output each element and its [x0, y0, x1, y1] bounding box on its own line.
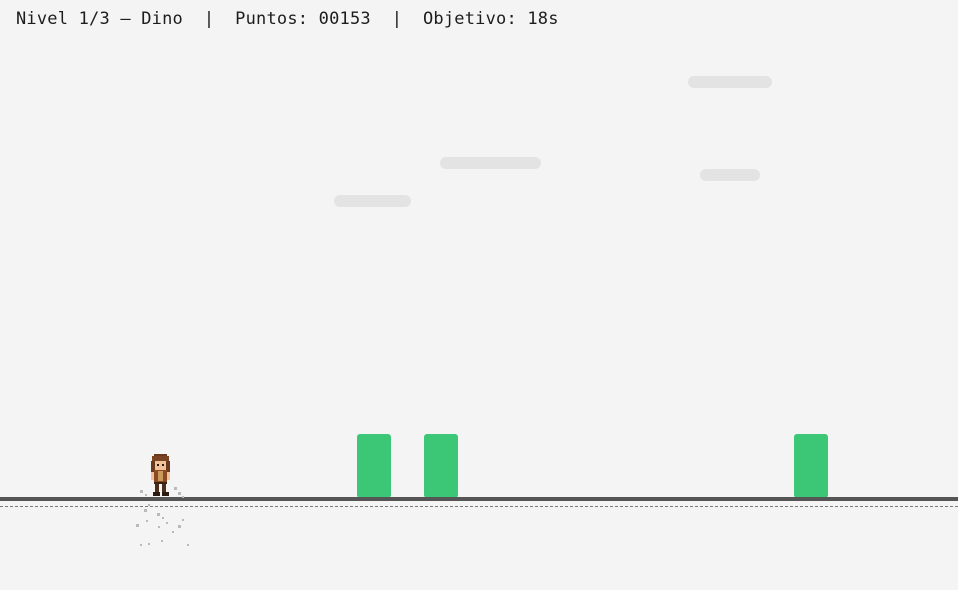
hud-separator: |: [203, 9, 215, 29]
level-label: Nivel 1/3 — Dino: [16, 9, 183, 29]
game-canvas[interactable]: Nivel 1/3 — Dino | Puntos: 00153 | Objet…: [0, 0, 958, 590]
cloud: [688, 76, 772, 88]
cactus-obstacle: [424, 434, 458, 498]
hud-separator: |: [391, 9, 403, 29]
cactus-obstacle: [357, 434, 391, 498]
runner-character-sprite: [151, 454, 170, 496]
cloud: [700, 169, 760, 181]
goal-label: Objetivo: 18s: [423, 9, 559, 29]
cactus-obstacle: [794, 434, 828, 498]
cloud: [440, 157, 541, 169]
cloud: [334, 195, 411, 207]
score-label: Puntos: 00153: [235, 9, 371, 29]
hud-bar: Nivel 1/3 — Dino | Puntos: 00153 | Objet…: [16, 9, 559, 29]
